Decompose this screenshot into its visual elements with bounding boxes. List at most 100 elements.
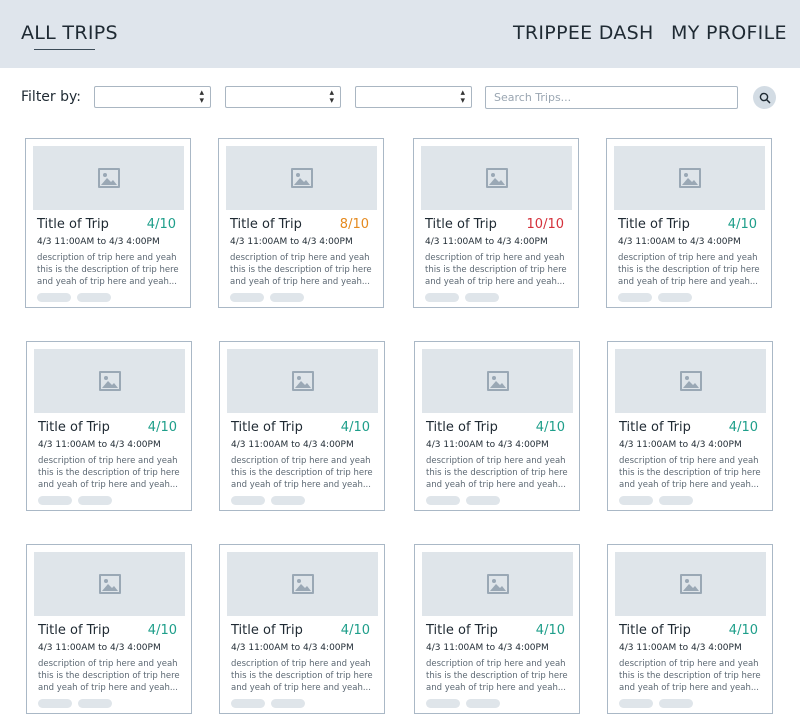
trip-card[interactable]: Title of Trip 4/10 4/3 11:00AM to 4/3 4:00… xyxy=(26,544,192,714)
nav-trippee-dash[interactable]: TRIPPEE DASH xyxy=(513,22,654,44)
trip-time: 4/3 11:00AM to 4/3 4:00PM xyxy=(618,237,741,247)
tag-pill xyxy=(618,293,652,302)
image-icon xyxy=(291,574,314,594)
trip-description: description of trip here and yeah this i… xyxy=(231,456,373,490)
tag-pill xyxy=(78,496,112,505)
tag-pill xyxy=(271,699,305,708)
tag-pill xyxy=(230,293,264,302)
trip-capacity: 4/10 xyxy=(146,217,176,232)
trip-capacity: 4/10 xyxy=(340,420,370,435)
trip-tags xyxy=(231,496,305,505)
trip-time: 4/3 11:00AM to 4/3 4:00PM xyxy=(38,440,161,450)
trip-description: description of trip here and yeah this i… xyxy=(426,456,568,490)
trip-tags xyxy=(425,293,499,302)
trip-time: 4/3 11:00AM to 4/3 4:00PM xyxy=(37,237,160,247)
trip-title: Title of Trip xyxy=(426,623,498,638)
tag-pill xyxy=(658,293,692,302)
trip-capacity: 10/10 xyxy=(526,217,564,232)
image-icon xyxy=(98,574,121,594)
trip-capacity: 4/10 xyxy=(147,623,177,638)
trip-time: 4/3 11:00AM to 4/3 4:00PM xyxy=(426,643,549,653)
trip-capacity: 4/10 xyxy=(340,623,370,638)
trip-card[interactable]: Title of Trip 4/10 4/3 11:00AM to 4/3 4:00… xyxy=(606,138,772,308)
nav-my-profile[interactable]: MY PROFILE xyxy=(671,22,787,44)
trip-title: Title of Trip xyxy=(231,623,303,638)
trip-image-placeholder xyxy=(33,146,184,210)
trip-title: Title of Trip xyxy=(230,217,302,232)
trip-time: 4/3 11:00AM to 4/3 4:00PM xyxy=(619,643,742,653)
trip-tags xyxy=(37,293,111,302)
trip-image-placeholder xyxy=(34,552,185,616)
filter-select-2[interactable]: ▴ ▾ xyxy=(225,86,341,108)
trip-description: description of trip here and yeah this i… xyxy=(425,253,567,287)
chevron-updown-icon: ▴ ▾ xyxy=(460,88,465,106)
trip-card[interactable]: Title of Trip 4/10 4/3 11:00AM to 4/3 4:00… xyxy=(219,544,385,714)
trip-card[interactable]: Title of Trip 4/10 4/3 11:00AM to 4/3 4:00… xyxy=(26,341,192,511)
trip-capacity: 4/10 xyxy=(535,623,565,638)
trip-description: description of trip here and yeah this i… xyxy=(38,456,180,490)
trip-time: 4/3 11:00AM to 4/3 4:00PM xyxy=(38,643,161,653)
trip-time: 4/3 11:00AM to 4/3 4:00PM xyxy=(619,440,742,450)
trip-title: Title of Trip xyxy=(425,217,497,232)
tag-pill xyxy=(659,496,693,505)
trip-image-placeholder xyxy=(615,349,766,413)
nav-all-trips[interactable]: ALL TRIPS xyxy=(21,22,118,44)
image-icon xyxy=(679,574,702,594)
trip-title: Title of Trip xyxy=(619,420,691,435)
image-icon xyxy=(679,371,702,391)
trip-card[interactable]: Title of Trip 4/10 4/3 11:00AM to 4/3 4:00… xyxy=(607,544,773,714)
trip-image-placeholder xyxy=(422,349,573,413)
filter-select-1[interactable]: ▴ ▾ xyxy=(94,86,211,108)
image-icon xyxy=(486,371,509,391)
trip-tags xyxy=(619,699,693,708)
tag-pill xyxy=(37,293,71,302)
trip-tags xyxy=(426,496,500,505)
tag-pill xyxy=(659,699,693,708)
trip-title: Title of Trip xyxy=(619,623,691,638)
trip-title: Title of Trip xyxy=(231,420,303,435)
trip-card[interactable]: Title of Trip 8/10 4/3 11:00AM to 4/3 4:00… xyxy=(218,138,384,308)
trip-description: description of trip here and yeah this i… xyxy=(619,456,761,490)
image-icon xyxy=(290,168,313,188)
trip-card[interactable]: Title of Trip 4/10 4/3 11:00AM to 4/3 4:00… xyxy=(414,544,580,714)
filter-select-3[interactable]: ▴ ▾ xyxy=(355,86,472,108)
image-icon xyxy=(98,371,121,391)
trip-image-placeholder xyxy=(227,552,378,616)
tag-pill xyxy=(466,699,500,708)
trip-image-placeholder xyxy=(615,552,766,616)
trip-card[interactable]: Title of Trip 10/10 4/3 11:00AM to 4/3 4:0… xyxy=(413,138,579,308)
trip-description: description of trip here and yeah this i… xyxy=(618,253,760,287)
search-button[interactable] xyxy=(753,86,776,109)
trip-card[interactable]: Title of Trip 4/10 4/3 11:00AM to 4/3 4:00… xyxy=(25,138,191,308)
image-icon xyxy=(485,168,508,188)
trip-time: 4/3 11:00AM to 4/3 4:00PM xyxy=(231,643,354,653)
filter-label: Filter by: xyxy=(21,89,81,105)
trip-tags xyxy=(38,699,112,708)
trip-title: Title of Trip xyxy=(426,420,498,435)
trip-capacity: 4/10 xyxy=(147,420,177,435)
trip-image-placeholder xyxy=(421,146,572,210)
trip-image-placeholder xyxy=(34,349,185,413)
trip-tags xyxy=(231,699,305,708)
trip-capacity: 4/10 xyxy=(728,623,758,638)
trip-description: description of trip here and yeah this i… xyxy=(38,659,180,693)
trip-card[interactable]: Title of Trip 4/10 4/3 11:00AM to 4/3 4:00… xyxy=(607,341,773,511)
trip-title: Title of Trip xyxy=(618,217,690,232)
trip-image-placeholder xyxy=(422,552,573,616)
image-icon xyxy=(291,371,314,391)
tag-pill xyxy=(270,293,304,302)
trip-card[interactable]: Title of Trip 4/10 4/3 11:00AM to 4/3 4:00… xyxy=(414,341,580,511)
tag-pill xyxy=(465,293,499,302)
active-tab-indicator xyxy=(34,49,95,50)
search-input[interactable] xyxy=(485,86,738,109)
tag-pill xyxy=(78,699,112,708)
trip-capacity: 4/10 xyxy=(728,420,758,435)
trip-image-placeholder xyxy=(227,349,378,413)
trip-tags xyxy=(38,496,112,505)
trip-card[interactable]: Title of Trip 4/10 4/3 11:00AM to 4/3 4:00… xyxy=(219,341,385,511)
trip-title: Title of Trip xyxy=(38,420,110,435)
image-icon xyxy=(97,168,120,188)
top-nav: ALL TRIPS TRIPPEE DASH MY PROFILE xyxy=(0,0,800,68)
trip-image-placeholder xyxy=(614,146,765,210)
image-icon xyxy=(678,168,701,188)
